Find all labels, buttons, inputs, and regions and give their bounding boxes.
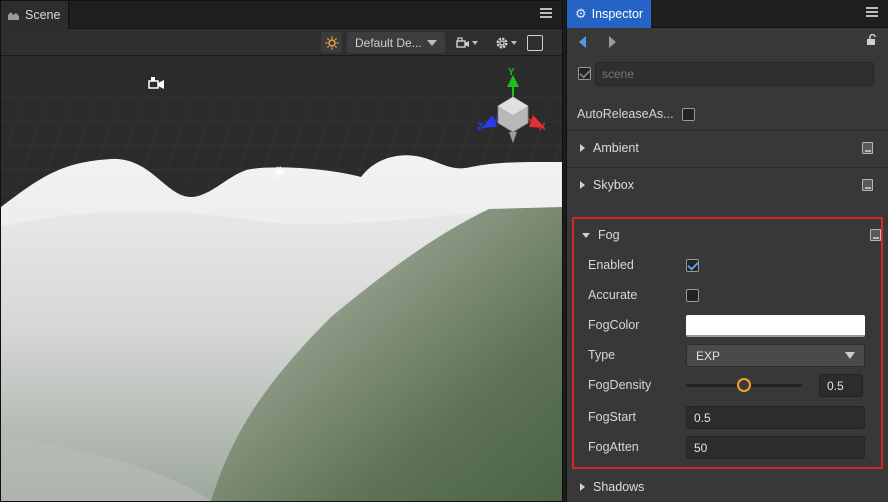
gear-glyph (496, 37, 508, 48)
scene-tab-label: Scene (25, 8, 61, 22)
scene-toolbar: Default De... (1, 29, 562, 56)
section-ambient-title: Ambient (593, 140, 639, 155)
section-fog[interactable]: Fog (569, 218, 888, 252)
node-name-input[interactable] (595, 62, 874, 86)
caret-right-icon (580, 180, 585, 189)
scene-menu-icon[interactable] (540, 8, 552, 20)
sun-icon[interactable] (321, 32, 342, 53)
fog-color-row: FogColor (574, 310, 885, 340)
fog-accurate-row: Accurate (574, 280, 885, 310)
section-skybox-title: Skybox (593, 177, 634, 192)
axis-x-label: X (539, 122, 546, 133)
environment-select[interactable]: Default De... (347, 32, 445, 53)
fog-section-highlight: Fog Enabled Accurate FogColor Type EXP F… (572, 217, 883, 469)
scene-tabbar: Scene (1, 1, 562, 29)
forward-arrow-icon[interactable] (609, 36, 616, 48)
scene-panel: Scene Default De... Y X Z (0, 0, 563, 502)
fog-type-label: Type (588, 348, 616, 362)
camera-icon[interactable] (455, 32, 479, 53)
tab-inspector[interactable]: ⚙ Inspector (567, 0, 652, 28)
fog-atten-row: FogAtten (574, 432, 885, 462)
fog-enabled-row: Enabled (574, 250, 885, 280)
tab-scene[interactable]: Scene (1, 1, 70, 29)
chevron-down-icon (845, 352, 855, 359)
inspector-gear-icon: ⚙ (575, 6, 587, 21)
fog-start-label: FogStart (588, 410, 636, 424)
camera-caret-icon (472, 40, 478, 45)
fog-atten-label: FogAtten (588, 440, 639, 454)
book-icon[interactable] (862, 141, 873, 154)
scene-tab-icon (8, 11, 19, 20)
section-skybox[interactable]: Skybox (567, 167, 888, 201)
gear-icon[interactable] (495, 32, 517, 53)
fog-type-select[interactable]: EXP (686, 344, 865, 367)
inspector-panel: ⚙ Inspector AutoReleaseAs... Ambient Sky… (566, 0, 888, 502)
fog-type-value: EXP (696, 348, 721, 363)
fog-density-label: FogDensity (588, 378, 652, 392)
fog-density-input[interactable] (819, 374, 863, 397)
scene-render: Y X Z (1, 57, 562, 501)
fog-density-slider-thumb[interactable] (737, 378, 751, 392)
scene-viewport[interactable]: Y X Z (1, 57, 562, 501)
section-ambient[interactable]: Ambient (567, 130, 888, 164)
auto-release-row: AutoReleaseAs... (567, 100, 888, 128)
fog-density-row: FogDensity (574, 370, 885, 400)
fog-color-label: FogColor (588, 318, 640, 332)
node-active-checkbox[interactable] (578, 67, 591, 83)
gear-caret-icon (511, 40, 517, 45)
axis-z-label: Z (477, 122, 483, 133)
fog-start-input[interactable] (686, 406, 865, 429)
camera-glyph (456, 36, 469, 48)
caret-down-icon (582, 232, 590, 238)
section-shadows[interactable]: Shadows (567, 470, 888, 502)
chevron-down-icon (427, 39, 437, 46)
inspector-menu-icon[interactable] (866, 7, 878, 19)
book-icon[interactable] (862, 178, 873, 191)
lock-icon[interactable] (866, 34, 878, 46)
fog-enabled-label: Enabled (588, 258, 634, 272)
fog-start-row: FogStart (574, 402, 885, 432)
caret-right-icon (580, 483, 585, 491)
section-shadows-title: Shadows (593, 480, 645, 494)
axis-y-label: Y (508, 67, 515, 78)
sun-glyph (325, 36, 338, 49)
inspector-tab-label: Inspector (591, 7, 644, 21)
fog-atten-input[interactable] (686, 436, 865, 459)
fog-enabled-checkbox[interactable] (686, 258, 699, 272)
caret-right-icon (580, 143, 585, 152)
back-arrow-icon[interactable] (579, 36, 586, 48)
section-fog-title: Fog (598, 228, 620, 242)
fog-color-swatch[interactable] (686, 315, 865, 337)
fog-accurate-label: Accurate (588, 288, 638, 302)
fog-type-row: Type EXP (574, 340, 885, 370)
layout-icon[interactable] (527, 35, 543, 51)
book-icon[interactable] (870, 229, 881, 241)
node-name-row (567, 60, 888, 88)
node-active-check-box (578, 67, 591, 80)
environment-select-value: Default De... (355, 35, 422, 50)
auto-release-checkbox[interactable] (682, 107, 695, 121)
inspector-tabbar: ⚙ Inspector (567, 0, 888, 28)
fog-accurate-checkbox[interactable] (686, 288, 699, 302)
auto-release-label: AutoReleaseAs... (577, 107, 674, 121)
inspector-nav (567, 28, 888, 54)
